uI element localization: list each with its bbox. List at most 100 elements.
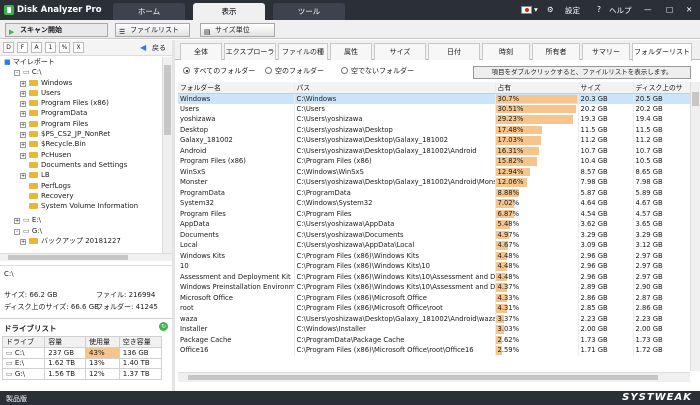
- clear-button[interactable]: X: [73, 42, 84, 53]
- tree-drive-c[interactable]: - ▭ C:\: [0, 67, 162, 77]
- tree-item-recycle-bin[interactable]: + $Recycle.Bin: [0, 139, 162, 149]
- back-icon[interactable]: ◀: [140, 43, 146, 52]
- folder-row[interactable]: WinSxS C:\Windows\WinSxS 12.94% 8.57 GB 8.65…: [178, 166, 690, 177]
- col-size[interactable]: サイズ: [578, 82, 634, 94]
- tree-item-pchusen[interactable]: + PcHusen: [0, 150, 162, 160]
- folder-row[interactable]: yoshizawa C:\Users\yoshizawa 29.23% 19.3 GB…: [178, 114, 690, 125]
- expand-icon[interactable]: +: [20, 80, 26, 87]
- tree-item-users[interactable]: + Users: [0, 88, 162, 98]
- grid-vertical-scrollbar[interactable]: [690, 82, 700, 371]
- numeric-sort-button[interactable]: 1: [45, 42, 56, 53]
- tree-item-recovery[interactable]: +Recovery: [0, 191, 162, 201]
- collapse-icon[interactable]: -: [14, 228, 20, 235]
- folder-row[interactable]: Windows Kits C:\Program Files (x86)\Windo…: [178, 250, 690, 261]
- size-unit-button[interactable]: ▤ サイズ単位: [200, 23, 275, 37]
- col-path[interactable]: パス: [294, 82, 496, 94]
- refresh-icon[interactable]: ↻: [159, 322, 168, 331]
- filter-nonempty-folders[interactable]: 空でないフォルダー: [341, 66, 414, 76]
- folder-row[interactable]: Users C:\Users 30.51% 20.2 GB 20.2 GB: [178, 103, 690, 114]
- expand-icon[interactable]: +: [20, 101, 26, 108]
- drive-row[interactable]: ▭ G:\ 1.56 TB 12% 1.37 TB: [1, 368, 163, 380]
- alpha-sort-button[interactable]: A: [31, 42, 42, 53]
- tree-item-programdata[interactable]: + ProgramData: [0, 108, 162, 118]
- folder-view-button[interactable]: F: [17, 42, 28, 53]
- folder-row[interactable]: 10 C:\Program Files (x86)\Windows Kits\10…: [178, 261, 690, 272]
- filter-all-folders[interactable]: すべてのフォルダー: [183, 66, 255, 76]
- expand-icon[interactable]: +: [14, 218, 20, 225]
- tree-item-documents-settings[interactable]: +Documents and Settings: [0, 160, 162, 170]
- grid-horizontal-scrollbar[interactable]: [178, 372, 690, 382]
- drive-row[interactable]: ▭ E:\ 1.62 TB 13% 1.40 TB: [1, 357, 163, 369]
- tab-overview[interactable]: 全体: [180, 43, 222, 60]
- folder-row[interactable]: Android C:\Users\yoshizawa\Desktop\Galaxy…: [178, 145, 690, 156]
- drive-col-drive[interactable]: ドライブ: [1, 336, 46, 348]
- gear-icon[interactable]: ⚙: [547, 5, 554, 14]
- drive-view-button[interactable]: D: [3, 42, 14, 53]
- tree-item-backup[interactable]: + バックアップ 20181227: [0, 236, 162, 246]
- drive-col-used[interactable]: 使用量: [85, 336, 120, 348]
- expand-icon[interactable]: +: [20, 121, 26, 128]
- folder-row[interactable]: Package Cache C:\ProgramData\Package Cach…: [178, 334, 690, 345]
- folder-row[interactable]: Galaxy_181002 C:\Users\yoshizawa\Desktop\…: [178, 135, 690, 146]
- grid-hscroll-thumb[interactable]: [188, 375, 658, 380]
- menu-tab-view[interactable]: 表示: [193, 3, 265, 20]
- col-folder-name[interactable]: フォルダー名: [178, 82, 295, 94]
- tree-item-windows[interactable]: + Windows: [0, 78, 162, 88]
- tree-item-program-files-x86[interactable]: + Program Files (x86): [0, 98, 162, 108]
- tree-item-program-files[interactable]: + Program Files: [0, 119, 162, 129]
- grid-scroll-thumb[interactable]: [692, 92, 699, 106]
- tree-vertical-scrollbar[interactable]: [162, 57, 172, 253]
- tree-root[interactable]: ■ マイレポート: [0, 57, 162, 67]
- expand-icon[interactable]: +: [20, 173, 26, 180]
- tab-time[interactable]: 時刻: [482, 43, 530, 60]
- drive-row[interactable]: ▭ C:\ 237 GB 43% 136 GB: [1, 347, 163, 359]
- collapse-icon[interactable]: -: [14, 70, 20, 77]
- close-button[interactable]: ✕: [686, 5, 692, 14]
- language-dropdown-icon[interactable]: ▾: [534, 5, 538, 14]
- maximize-button[interactable]: □: [666, 5, 673, 14]
- expand-icon[interactable]: +: [20, 90, 26, 97]
- folder-row[interactable]: root C:\Program Files (x86)\Microsoft Off…: [178, 303, 690, 314]
- help-label[interactable]: ヘルプ: [609, 5, 632, 16]
- expand-icon[interactable]: +: [20, 142, 26, 149]
- tree-hscroll-thumb[interactable]: [8, 255, 128, 260]
- help-icon[interactable]: ?: [597, 5, 601, 14]
- folder-row[interactable]: Local C:\Users\yoshizawa\AppData\Local 4.6…: [178, 240, 690, 251]
- tab-date[interactable]: 日付: [428, 43, 480, 60]
- tree-drive-g[interactable]: - ▭ G:\: [0, 226, 162, 236]
- tab-folder-list[interactable]: フォルダーリスト: [632, 43, 692, 61]
- folder-row[interactable]: Program Files (x86) C:\Program Files (x86…: [178, 156, 690, 167]
- tab-owner[interactable]: 所有者: [532, 43, 580, 60]
- folder-row[interactable]: ProgramData C:\ProgramData 8.88% 5.87 GB 5.8…: [178, 187, 690, 198]
- menu-tab-home[interactable]: ホーム: [113, 3, 185, 20]
- filter-empty-folders[interactable]: 空のフォルダー: [265, 66, 324, 76]
- tree-horizontal-scrollbar[interactable]: [0, 253, 172, 261]
- expand-icon[interactable]: +: [20, 152, 26, 159]
- folder-row[interactable]: Office16 C:\Program Files (x86)\Microsoft…: [178, 345, 690, 356]
- expand-icon[interactable]: +: [20, 239, 26, 246]
- tab-attributes[interactable]: 属性: [330, 43, 372, 60]
- tree-item-perflogs[interactable]: +PerfLogs: [0, 181, 162, 191]
- pane-splitter[interactable]: [172, 40, 175, 391]
- back-label[interactable]: 戻る: [152, 43, 166, 53]
- scan-start-button[interactable]: ▶ スキャン開始: [5, 23, 108, 37]
- percent-sort-button[interactable]: %: [59, 42, 70, 53]
- col-disk-size[interactable]: ディスク上のサ: [633, 82, 690, 94]
- tree-item-system-volume-info[interactable]: +System Volume Information: [0, 201, 162, 211]
- tab-summary[interactable]: サマリー: [582, 43, 630, 60]
- drive-col-capacity[interactable]: 容量: [44, 336, 87, 348]
- tab-explorer[interactable]: エクスプローラ: [224, 43, 276, 60]
- tab-file-types[interactable]: ファイルの種類: [278, 43, 328, 72]
- folder-row[interactable]: Installer C:\Windows\Installer 3.03% 2.00 G…: [178, 324, 690, 335]
- folder-row[interactable]: Windows Preinstallation Environm... C:\Pr…: [178, 282, 690, 293]
- folder-row[interactable]: System32 C:\Windows\System32 7.02% 4.64 GB 4…: [178, 198, 690, 209]
- folder-row[interactable]: Microsoft Office C:\Program Files (x86)\M…: [178, 292, 690, 303]
- folder-row[interactable]: AppData C:\Users\yoshizawa\AppData 5.48% 3.…: [178, 219, 690, 230]
- tab-size[interactable]: サイズ: [374, 43, 426, 60]
- language-flag-icon[interactable]: [521, 6, 532, 14]
- col-percent[interactable]: 占有: [495, 82, 579, 94]
- folder-row[interactable]: Windows C:\Windows 30.7% 20.3 GB 20.5 GB: [178, 93, 690, 104]
- folder-row[interactable]: Desktop C:\Users\yoshizawa\Desktop 17.48% 1…: [178, 124, 690, 135]
- folder-row[interactable]: Documents C:\Users\yoshizawa\Documents 4.9…: [178, 229, 690, 240]
- tree-item-ps-cs2[interactable]: + $PS_CS2_JP_NonRet: [0, 129, 162, 139]
